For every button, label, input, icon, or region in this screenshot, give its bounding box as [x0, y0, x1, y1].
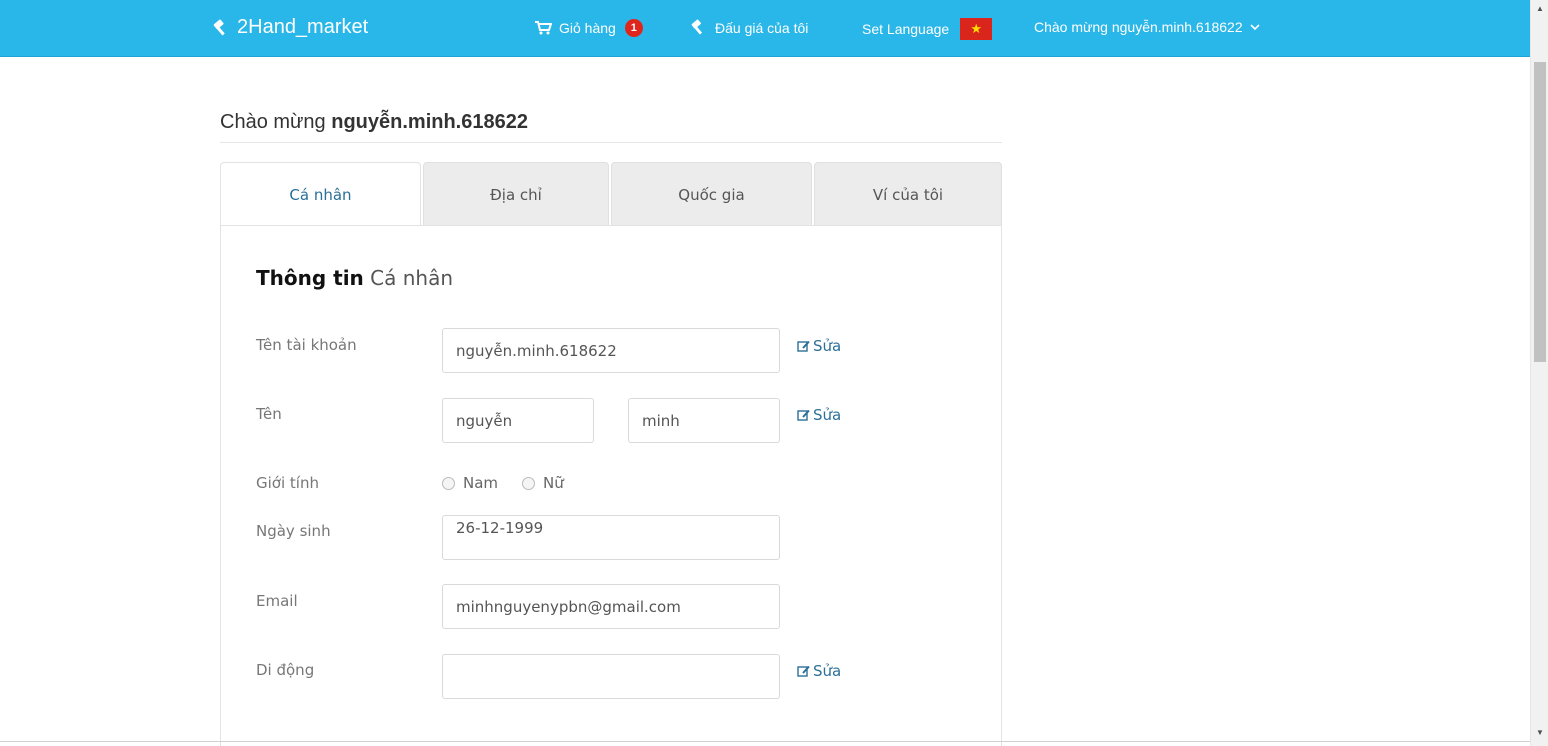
profile-tabs: Cá nhân Địa chỉ Quốc gia Ví của tôi — [220, 162, 1002, 226]
edit-mobile-link[interactable]: Sửa — [797, 662, 841, 680]
edit-icon — [797, 665, 810, 677]
edit-account-link[interactable]: Sửa — [797, 337, 841, 355]
gavel-icon — [213, 19, 225, 35]
account-label: Tên tài khoản — [256, 336, 357, 354]
set-language-label: Set Language — [862, 21, 950, 37]
section-title-bold: Thông tin — [256, 266, 364, 290]
gavel-icon — [691, 19, 703, 35]
my-auctions-label: Đấu giá của tôi — [715, 19, 809, 36]
gender-radio-group: Nam Nữ — [442, 474, 564, 492]
tab-personal[interactable]: Cá nhân — [220, 162, 421, 226]
edit-label: Sửa — [813, 662, 842, 680]
edit-name-link[interactable]: Sửa — [797, 406, 841, 424]
mobile-input[interactable] — [442, 654, 780, 699]
section-title: Thông tin Cá nhân — [256, 266, 453, 290]
radio-circle-icon — [522, 476, 536, 490]
brand-name: 2Hand_market — [237, 16, 369, 38]
edit-icon — [797, 409, 810, 421]
vietnam-flag-icon: ★ — [960, 18, 993, 40]
my-auctions-link[interactable]: Đấu giá của tôi — [689, 19, 808, 36]
name-label: Tên — [256, 405, 282, 423]
scroll-down-arrow-icon[interactable]: ▼ — [1531, 724, 1548, 742]
user-menu-dropdown[interactable]: Chào mừng nguyễn.minh.618622 — [1034, 19, 1260, 35]
chevron-down-icon — [1250, 23, 1260, 30]
mobile-label: Di động — [256, 661, 315, 679]
brand-link[interactable]: 2Hand_market — [211, 16, 368, 39]
email-label: Email — [256, 592, 298, 610]
last-name-input[interactable]: minh — [628, 398, 780, 443]
cart-icon — [535, 21, 552, 35]
account-input[interactable]: nguyễn.minh.618622 — [442, 328, 780, 373]
tab-country[interactable]: Quốc gia — [611, 162, 812, 226]
welcome-prefix: Chào mừng — [220, 111, 326, 133]
welcome-heading: Chào mừng nguyễn.minh.618622 — [220, 111, 1002, 143]
tab-address[interactable]: Địa chỉ — [423, 162, 609, 226]
scroll-thumb[interactable] — [1534, 62, 1546, 362]
first-name-input[interactable]: nguyễn — [442, 398, 594, 443]
cart-link[interactable]: Giỏ hàng 1 — [535, 19, 643, 37]
edit-label: Sửa — [813, 337, 842, 355]
edit-icon — [797, 340, 810, 352]
cart-label: Giỏ hàng — [559, 20, 616, 36]
radio-circle-icon — [442, 476, 455, 490]
tab-my-wallet[interactable]: Ví của tôi — [814, 162, 1002, 226]
gender-male-radio[interactable]: Nam — [442, 474, 498, 492]
scroll-up-arrow-icon[interactable]: ▲ — [1531, 0, 1548, 18]
gender-label: Giới tính — [256, 474, 319, 492]
top-navbar: 2Hand_market Giỏ hàng 1 Đấu giá của tôi … — [0, 0, 1530, 57]
birthday-label: Ngày sinh — [256, 522, 331, 540]
section-title-rest: Cá nhân — [370, 266, 454, 290]
window-bottom-edge — [0, 741, 1530, 742]
welcome-username: nguyễn.minh.618622 — [331, 111, 528, 133]
gender-female-radio[interactable]: Nữ — [522, 474, 564, 492]
set-language-button[interactable]: Set Language ★ — [862, 18, 993, 40]
edit-label: Sửa — [813, 406, 842, 424]
email-input[interactable]: minhnguyenypbn@gmail.com — [442, 584, 780, 629]
user-greeting: Chào mừng nguyễn.minh.618622 — [1034, 19, 1243, 35]
page-scrollbar[interactable]: ▲ ▼ — [1530, 0, 1548, 746]
gender-male-label: Nam — [463, 474, 499, 492]
cart-count-badge: 1 — [624, 19, 643, 37]
birthday-input[interactable]: 26-12-1999 — [442, 515, 780, 560]
gender-female-label: Nữ — [543, 474, 564, 492]
